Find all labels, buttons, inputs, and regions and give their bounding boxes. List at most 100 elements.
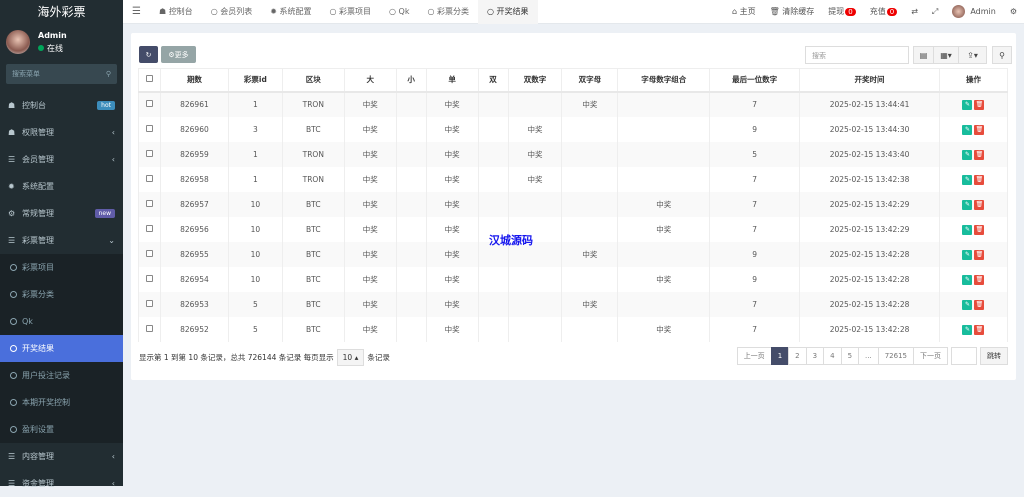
- menu-toggle-icon[interactable]: ☰: [123, 0, 150, 24]
- sidebar-item[interactable]: ☰ 会员管理 ‹: [0, 146, 123, 173]
- toggle-view-button[interactable]: ▤: [913, 46, 934, 64]
- refresh-button[interactable]: ↻: [139, 46, 158, 63]
- table-search-input[interactable]: 搜索: [805, 46, 909, 64]
- delete-button[interactable]: 🗑: [974, 249, 985, 260]
- next-page-button[interactable]: 下一页: [913, 347, 948, 365]
- tab[interactable]: ○ 彩票分类: [418, 0, 478, 24]
- page-button[interactable]: 72615: [877, 347, 914, 365]
- language-icon[interactable]: ⇄: [904, 7, 925, 16]
- sidebar-subitem[interactable]: 开奖结果: [0, 335, 123, 362]
- row-checkbox[interactable]: [138, 166, 161, 192]
- fullscreen-icon[interactable]: ⤢: [925, 7, 945, 17]
- table-cell: [561, 166, 619, 192]
- column-header[interactable]: 彩票id: [227, 68, 283, 93]
- recharge-link[interactable]: 充值 0: [863, 6, 904, 17]
- page-button[interactable]: 5: [840, 347, 860, 365]
- sidebar-item[interactable]: ☗ 权限管理 ‹: [0, 119, 123, 146]
- more-button[interactable]: ⚙ 更多: [161, 46, 196, 63]
- column-header[interactable]: 大: [343, 68, 397, 93]
- tab[interactable]: ○ Qk: [380, 0, 418, 24]
- delete-button[interactable]: 🗑: [974, 174, 985, 185]
- watermark: 汉城源码: [489, 234, 533, 247]
- column-header[interactable]: 双字母: [561, 68, 619, 93]
- columns-button[interactable]: ▦▾: [933, 46, 959, 64]
- delete-button[interactable]: 🗑: [974, 224, 985, 235]
- menu-search-input[interactable]: 搜索菜单 ⚲: [6, 64, 117, 84]
- jump-button[interactable]: 跳转: [980, 347, 1008, 365]
- edit-button[interactable]: ✎: [962, 299, 973, 310]
- search-button[interactable]: ⚲: [992, 46, 1012, 64]
- sidebar-subitem[interactable]: 彩票项目: [0, 254, 123, 281]
- export-button[interactable]: ⇪▾: [958, 46, 987, 64]
- tab[interactable]: ✹ 系统配置: [261, 0, 320, 24]
- delete-button[interactable]: 🗑: [974, 199, 985, 210]
- row-checkbox[interactable]: [138, 216, 161, 242]
- sidebar-item[interactable]: ⚙ 常规管理 new: [0, 200, 123, 227]
- sidebar-subitem[interactable]: Qk: [0, 308, 123, 335]
- edit-button[interactable]: ✎: [962, 274, 973, 285]
- edit-button[interactable]: ✎: [962, 199, 973, 210]
- jump-page-input[interactable]: [951, 347, 977, 365]
- column-header[interactable]: 操作: [938, 68, 1009, 93]
- delete-button[interactable]: 🗑: [974, 274, 985, 285]
- row-checkbox[interactable]: [138, 266, 161, 292]
- edit-button[interactable]: ✎: [962, 174, 973, 185]
- row-checkbox[interactable]: [138, 241, 161, 267]
- delete-button[interactable]: 🗑: [974, 324, 985, 335]
- edit-button[interactable]: ✎: [962, 249, 973, 260]
- table-row: 826953 5 BTC 中奖 中奖 中奖 7 2025-02-15 13:42:28 ✎ 🗑: [138, 291, 1009, 317]
- sidebar-subitem[interactable]: 用户投注记录: [0, 362, 123, 389]
- users-icon: ☗: [8, 128, 16, 137]
- sidebar-item[interactable]: ☰ 彩票管理 ⌄: [0, 227, 123, 254]
- tab[interactable]: ○ 彩票项目: [320, 0, 380, 24]
- column-header[interactable]: 字母数字组合: [617, 68, 711, 93]
- sidebar-item[interactable]: ☰ 内容管理 ‹: [0, 443, 123, 470]
- withdraw-link[interactable]: 提现 0: [821, 6, 862, 17]
- settings-icon[interactable]: ⚙: [1003, 7, 1024, 16]
- edit-button[interactable]: ✎: [962, 224, 973, 235]
- column-header[interactable]: 单: [425, 68, 479, 93]
- row-checkbox[interactable]: [138, 91, 161, 117]
- page-button[interactable]: ...: [858, 347, 879, 365]
- page-button[interactable]: 3: [805, 347, 825, 365]
- tab[interactable]: ☗ 控制台: [150, 0, 202, 24]
- select-all-checkbox[interactable]: [138, 68, 161, 93]
- row-checkbox[interactable]: [138, 291, 161, 317]
- edit-button[interactable]: ✎: [962, 100, 973, 110]
- sidebar-item[interactable]: ☰ 资金管理 ‹: [0, 470, 123, 497]
- table-row: 826956 10 BTC 中奖 中奖 中奖 7 2025-02-15 13:42:29 ✎ 🗑: [138, 216, 1009, 242]
- column-header[interactable]: 期数: [159, 68, 229, 93]
- sidebar-subitem[interactable]: 盈利设置: [0, 416, 123, 443]
- row-checkbox[interactable]: [138, 191, 161, 217]
- delete-button[interactable]: 🗑: [974, 124, 985, 135]
- edit-button[interactable]: ✎: [962, 149, 973, 160]
- user-menu[interactable]: Admin: [945, 5, 1003, 18]
- delete-button[interactable]: 🗑: [974, 299, 985, 310]
- edit-button[interactable]: ✎: [962, 124, 973, 135]
- row-checkbox[interactable]: [138, 141, 161, 167]
- sidebar-item[interactable]: ☗ 控制台 hot: [0, 92, 123, 119]
- column-header[interactable]: 小: [395, 68, 427, 93]
- delete-button[interactable]: 🗑: [974, 149, 985, 160]
- prev-page-button[interactable]: 上一页: [736, 347, 772, 365]
- column-header[interactable]: 最后一位数字: [709, 68, 801, 93]
- tab[interactable]: ○ 会员列表: [202, 0, 262, 24]
- edit-button[interactable]: ✎: [962, 324, 973, 335]
- delete-button[interactable]: 🗑: [974, 100, 985, 110]
- column-header[interactable]: 双数字: [507, 68, 563, 93]
- home-link[interactable]: ⌂ 主页: [725, 6, 763, 17]
- page-button[interactable]: 4: [823, 347, 842, 365]
- page-button[interactable]: 1: [770, 347, 790, 365]
- tab[interactable]: ○ 开奖结果: [478, 0, 538, 24]
- sidebar-subitem[interactable]: 彩票分类: [0, 281, 123, 308]
- sidebar-item[interactable]: ✹ 系统配置: [0, 173, 123, 200]
- column-header[interactable]: 开奖时间: [799, 68, 940, 93]
- page-button[interactable]: 2: [788, 347, 807, 365]
- row-checkbox[interactable]: [138, 316, 161, 342]
- column-header[interactable]: 双: [477, 68, 509, 93]
- page-size-select[interactable]: 10 ▴: [336, 349, 365, 366]
- row-checkbox[interactable]: [138, 116, 161, 142]
- sidebar-subitem[interactable]: 本期开奖控制: [0, 389, 123, 416]
- clear-cache-button[interactable]: 🗑 清除缓存: [763, 6, 822, 17]
- column-header[interactable]: 区块: [281, 68, 345, 93]
